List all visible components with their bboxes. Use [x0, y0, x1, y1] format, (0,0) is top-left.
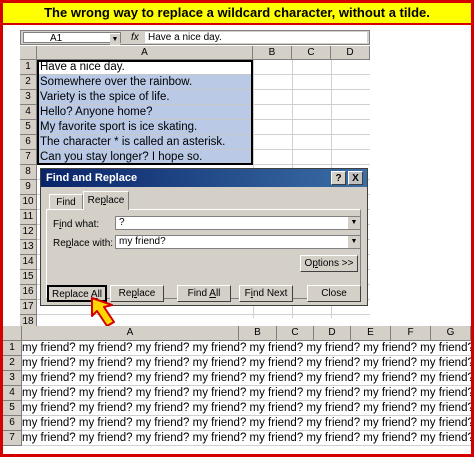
row-header[interactable]: 12: [20, 225, 37, 240]
row-header[interactable]: 11: [20, 210, 37, 225]
tab-find[interactable]: Find: [49, 194, 83, 210]
bottom-spreadsheet: ABCDEFG 1 my friend? my friend? my friend…: [3, 326, 471, 446]
pointer-arrow-icon: [91, 297, 115, 327]
row-header[interactable]: 15: [20, 270, 37, 285]
column-header[interactable]: E: [351, 326, 391, 341]
column-header[interactable]: D: [314, 326, 351, 341]
column-header[interactable]: A: [22, 326, 239, 341]
dialog-title: Find and Replace: [41, 169, 367, 187]
column-header[interactable]: F: [391, 326, 431, 341]
select-all-corner[interactable]: [3, 326, 22, 341]
row-header[interactable]: 16: [20, 285, 37, 300]
row-header[interactable]: 13: [20, 240, 37, 255]
selection-outline: [37, 60, 253, 165]
column-header[interactable]: C: [277, 326, 314, 341]
accelerator-key: p: [312, 258, 318, 269]
column-header[interactable]: C: [292, 46, 331, 60]
row-header[interactable]: 6: [20, 135, 37, 150]
dialog-title-text: Find and Replace: [46, 172, 138, 184]
tab-replace[interactable]: Replace: [83, 191, 129, 210]
cell[interactable]: my friend? my friend? my friend? my frie…: [22, 371, 471, 386]
accelerator-key: A: [209, 288, 216, 299]
banner-title: The wrong way to replace a wildcard char…: [3, 3, 471, 25]
row-header[interactable]: 2: [3, 356, 22, 371]
find-what-input[interactable]: ? ▼: [115, 216, 361, 230]
name-box[interactable]: A1 ▼: [23, 32, 121, 45]
cell[interactable]: my friend? my friend? my friend? my frie…: [22, 341, 471, 356]
row-header[interactable]: 5: [20, 120, 37, 135]
options-button[interactable]: Options >>: [300, 255, 358, 272]
chevron-down-icon[interactable]: ▼: [110, 34, 120, 45]
row-header[interactable]: 8: [20, 165, 37, 180]
row-header[interactable]: 4: [3, 386, 22, 401]
row-header[interactable]: 14: [20, 255, 37, 270]
row-header[interactable]: 3: [20, 90, 37, 105]
help-icon[interactable]: ?: [331, 171, 346, 185]
row-header[interactable]: 1: [20, 60, 37, 75]
row-header[interactable]: 5: [3, 401, 22, 416]
find-next-button[interactable]: Find Next: [239, 285, 293, 302]
row-header[interactable]: 2: [20, 75, 37, 90]
row-header[interactable]: 10: [20, 195, 37, 210]
column-header[interactable]: B: [239, 326, 277, 341]
accelerator-key: i: [250, 288, 253, 299]
column-header[interactable]: B: [253, 46, 292, 60]
row-header[interactable]: 9: [20, 180, 37, 195]
name-box-value: A1: [50, 33, 63, 44]
chevron-down-icon[interactable]: ▼: [348, 217, 360, 229]
accelerator-key: i: [59, 219, 62, 230]
cell[interactable]: my friend? my friend? my friend? my frie…: [22, 431, 471, 446]
replace-with-input[interactable]: my friend? ▼: [115, 235, 361, 249]
accelerator-key: p: [131, 288, 137, 299]
cell[interactable]: my friend? my friend? my friend? my frie…: [22, 401, 471, 416]
column-header[interactable]: G: [431, 326, 471, 341]
find-what-label: Find what:: [53, 219, 100, 230]
cell[interactable]: my friend? my friend? my friend? my frie…: [22, 386, 471, 401]
select-all-corner[interactable]: [20, 46, 37, 60]
formula-bar: A1 ▼ fx Have a nice day.: [20, 30, 370, 45]
row-header[interactable]: 4: [20, 105, 37, 120]
row-header[interactable]: 17: [20, 300, 37, 315]
accelerator-key: p: [65, 238, 72, 249]
find-all-button[interactable]: Find All: [177, 285, 231, 302]
column-header[interactable]: A: [37, 46, 253, 60]
row-header[interactable]: 7: [20, 150, 37, 165]
column-header[interactable]: D: [331, 46, 370, 60]
row-header[interactable]: 3: [3, 371, 22, 386]
replace-with-value: my friend?: [119, 236, 166, 247]
row-header[interactable]: 6: [3, 416, 22, 431]
find-replace-dialog: Find and Replace ? X Find Replace Find w…: [40, 168, 368, 306]
cell[interactable]: my friend? my friend? my friend? my frie…: [22, 356, 471, 371]
replace-with-label: Replace with:: [53, 238, 114, 249]
gridline: [37, 314, 370, 315]
accelerator-key: p: [100, 195, 106, 206]
fx-icon[interactable]: fx: [131, 31, 139, 44]
row-header[interactable]: 7: [3, 431, 22, 446]
formula-input[interactable]: Have a nice day.: [145, 32, 367, 43]
chevron-down-icon[interactable]: ▼: [348, 236, 360, 248]
cell[interactable]: my friend? my friend? my friend? my frie…: [22, 416, 471, 431]
close-button[interactable]: Close: [307, 285, 361, 302]
find-what-value: ?: [119, 217, 125, 228]
row-header[interactable]: 1: [3, 341, 22, 356]
close-icon[interactable]: X: [348, 171, 363, 185]
